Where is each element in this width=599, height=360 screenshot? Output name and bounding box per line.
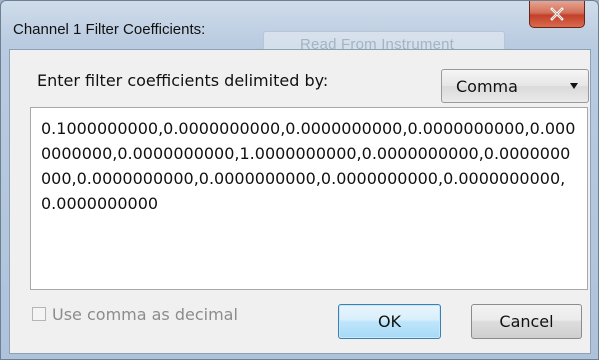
dialog-title: Channel 1 Filter Coefficients: [13, 21, 206, 38]
coefficients-textarea[interactable]: 0.1000000000,0.0000000000,0.0000000000,0… [30, 107, 588, 290]
ok-button[interactable]: OK [338, 304, 441, 339]
delimiter-prompt-label: Enter filter coefficients delimited by: [37, 71, 329, 90]
title-bar[interactable]: Read From Instrument Channel 1 Filter Co… [1, 1, 598, 57]
delimiter-dropdown[interactable]: Comma [441, 69, 589, 103]
delimiter-selected-value: Comma [456, 77, 518, 96]
chevron-down-icon [570, 83, 578, 89]
close-button[interactable] [529, 1, 585, 28]
dialog-window: Read From Instrument Channel 1 Filter Co… [0, 0, 599, 360]
close-icon [550, 7, 564, 21]
dialog-content: Enter filter coefficients delimited by: … [9, 49, 591, 354]
cancel-button[interactable]: Cancel [471, 304, 582, 339]
use-comma-decimal-label: Use comma as decimal [52, 304, 238, 324]
use-comma-decimal-checkbox [32, 307, 46, 321]
use-comma-decimal-option: Use comma as decimal [32, 304, 238, 324]
coefficients-text: 0.1000000000,0.0000000000,0.0000000000,0… [41, 119, 576, 213]
